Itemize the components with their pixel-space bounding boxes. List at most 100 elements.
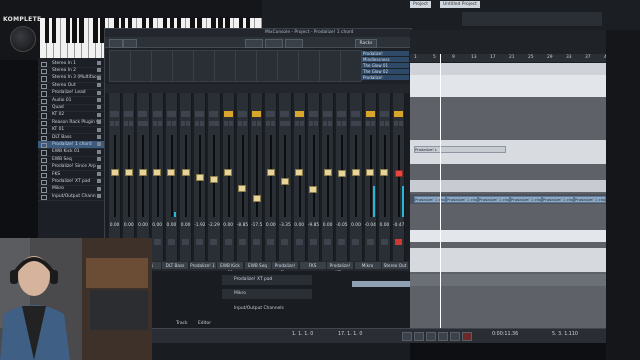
mute-button[interactable] [166, 121, 171, 126]
track-tab[interactable]: Track [176, 321, 188, 326]
lower-track-3[interactable]: Input/Output Channels [222, 305, 312, 313]
stop-button[interactable] [438, 332, 448, 341]
volume-value[interactable]: -0.04 [365, 223, 376, 228]
solo-button[interactable] [200, 121, 205, 126]
volume-fader[interactable] [295, 168, 304, 176]
mute-button[interactable] [280, 121, 285, 126]
insert-rack-cell[interactable] [298, 50, 320, 82]
volume-value[interactable]: 0.00 [152, 223, 163, 228]
record-enable-button[interactable] [196, 239, 204, 245]
cycle-button[interactable] [426, 332, 436, 341]
solo-button[interactable] [257, 121, 262, 126]
rewind-button[interactable] [402, 332, 412, 341]
right-locator[interactable]: 17. 1. 1. 0 [338, 332, 362, 337]
volume-value[interactable]: 0.00 [109, 223, 120, 228]
channel-name-tab[interactable]: Prodalize! XT p [327, 262, 353, 275]
volume-fader[interactable] [238, 184, 247, 192]
visibility-checkbox[interactable] [41, 61, 47, 67]
eq-button[interactable] [195, 111, 205, 117]
volume-value[interactable]: 0.00 [265, 223, 276, 228]
project-tab[interactable]: Project [410, 1, 432, 8]
eq-button[interactable] [237, 111, 247, 117]
insert-rack-cell[interactable] [151, 50, 173, 82]
solo-button[interactable] [356, 121, 361, 126]
volume-fader[interactable] [394, 169, 403, 177]
volume-fader[interactable] [309, 186, 318, 193]
record-enable-button[interactable] [324, 239, 331, 245]
channel-name-tab[interactable]: Stereo Out [382, 262, 408, 269]
lower-track-2[interactable]: Mikro [222, 289, 312, 299]
visibility-checkbox[interactable] [41, 98, 47, 104]
midi-part[interactable]: Prodalize! 1 chord [574, 196, 606, 203]
volume-value[interactable]: -1.92 [194, 223, 205, 228]
solo-button[interactable] [242, 121, 247, 126]
eq-button[interactable] [266, 111, 276, 117]
solo-button[interactable] [328, 121, 333, 126]
mute-button[interactable] [181, 121, 186, 126]
toolbar-button-1[interactable] [109, 38, 123, 48]
midi-part[interactable]: Prodalize! 1 chord [446, 196, 478, 203]
channel-name-tab[interactable]: DLT Bass [162, 262, 188, 269]
visibility-checkbox[interactable] [41, 157, 47, 164]
record-enable-button[interactable] [309, 239, 317, 245]
record-enable-button[interactable] [253, 239, 260, 245]
mute-button[interactable] [337, 121, 342, 126]
volume-fader[interactable] [153, 168, 162, 176]
eq-button[interactable] [323, 111, 332, 117]
volume-fader[interactable] [366, 168, 375, 176]
forward-button[interactable] [414, 332, 424, 341]
visibility-checkbox[interactable] [41, 135, 47, 141]
visibility-checkbox[interactable] [41, 113, 47, 119]
eq-button[interactable] [166, 111, 176, 117]
volume-fader[interactable] [110, 168, 119, 176]
channel-name-tab[interactable]: Prodalize! Sinu [272, 262, 298, 275]
channel-name-tab[interactable]: FKS [299, 262, 326, 269]
volume-fader[interactable] [337, 169, 346, 177]
volume-fader[interactable] [167, 168, 176, 176]
insert-rack-cell[interactable] [256, 50, 278, 82]
mute-button[interactable] [152, 121, 157, 126]
record-enable-button[interactable] [338, 239, 346, 245]
channel-name-tab[interactable]: Mikro [354, 262, 381, 269]
eq-button[interactable] [252, 111, 261, 117]
mute-button[interactable] [138, 121, 143, 126]
insert-slot[interactable]: Prodalize! [361, 75, 409, 80]
record-enable-button[interactable] [281, 239, 289, 245]
eq-button[interactable] [308, 111, 318, 117]
eq-button[interactable] [110, 111, 119, 117]
record-enable-button[interactable] [295, 239, 303, 245]
record-enable-button[interactable] [182, 239, 189, 245]
volume-value[interactable]: 0.00 [166, 223, 177, 228]
channel-name-tab[interactable]: EWB Kick 01 [217, 262, 243, 275]
insert-rack-cell[interactable] [193, 50, 215, 82]
visibility-checkbox[interactable] [41, 194, 47, 201]
eq-button[interactable] [152, 111, 162, 117]
editor-tab[interactable]: Editor [198, 321, 211, 326]
volume-value[interactable]: 0.00 [294, 223, 305, 228]
insert-slot[interactable]: Prodalize! [361, 51, 409, 56]
midi-part[interactable]: Prodalize! 1 chord [478, 196, 510, 203]
eq-button[interactable] [181, 111, 190, 117]
mute-button[interactable] [124, 121, 129, 126]
eq-button[interactable] [209, 111, 219, 117]
volume-fader[interactable] [266, 168, 275, 176]
mute-button[interactable] [351, 121, 356, 126]
mute-button[interactable] [266, 121, 271, 126]
mute-button[interactable] [379, 121, 384, 126]
volume-value[interactable]: 0.00 [350, 223, 361, 228]
racks-button[interactable]: Racks [355, 38, 377, 48]
toolbar-button-4[interactable] [265, 38, 283, 48]
mute-button[interactable] [394, 121, 399, 126]
mute-button[interactable] [209, 121, 214, 126]
volume-value[interactable]: -3.35 [279, 223, 290, 228]
insert-rack-cell[interactable] [277, 50, 299, 82]
track-list-item[interactable]: Input/Output Chann [38, 193, 104, 201]
volume-fader[interactable] [351, 168, 360, 176]
volume-fader[interactable] [380, 168, 389, 176]
midi-part[interactable]: Prodalize! 1 chord [542, 196, 574, 203]
visibility-checkbox[interactable] [41, 187, 47, 193]
insert-slot[interactable]: The Glow 02 [361, 69, 409, 74]
insert-rack-cell[interactable] [235, 50, 257, 82]
mute-button[interactable] [294, 121, 299, 126]
playhead[interactable] [440, 54, 441, 330]
